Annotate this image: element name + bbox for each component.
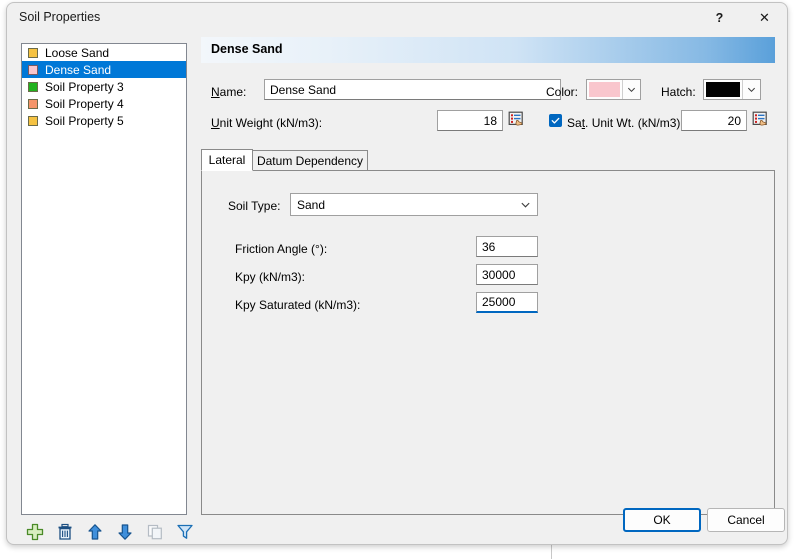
soil-list[interactable]: Loose Sand Dense Sand Soil Property 3 Soil … [21,43,187,515]
name-input[interactable]: Dense Sand [264,79,561,100]
move-down-icon[interactable] [116,522,135,542]
add-icon[interactable] [25,522,44,542]
sat-unit-weight-checkbox[interactable] [549,114,562,127]
list-item[interactable]: Soil Property 4 [22,95,186,112]
help-button[interactable]: ? [697,3,742,33]
soil-properties-dialog: Soil Properties ? ✕ Loose Sand Dense Sand… [6,2,788,545]
color-label: Color: [546,85,579,99]
details-header: Dense Sand [201,37,775,63]
sat-unit-weight-input[interactable]: 20 [681,110,747,131]
chevron-down-icon [742,80,760,99]
list-item-label: Soil Property 5 [45,113,124,128]
lateral-field-label: Friction Angle (°): [235,242,328,256]
soil-color-swatch [28,98,38,109]
hatch-swatch [706,82,740,97]
soil-color-swatch [28,81,38,92]
details-pane: Dense Sand Name: Dense Sand Color: Hatch… [201,37,775,515]
sat-unit-weight-picker-icon[interactable] [751,110,770,129]
list-item[interactable]: Soil Property 3 [22,78,186,95]
duplicate-icon[interactable] [146,522,165,542]
soil-color-swatch [28,47,38,58]
window-controls: ? ✕ [697,3,787,33]
list-toolbar [25,520,195,544]
list-item-label: Dense Sand [45,62,112,77]
tab-label: Datum Dependency [256,153,364,168]
hatch-combo[interactable] [703,79,761,100]
lateral-field-input[interactable]: 36 [476,236,538,257]
tab-panel-lateral [201,170,775,515]
details-header-title: Dense Sand [211,42,283,56]
screen: Soil Properties ? ✕ Loose Sand Dense Sand… [0,0,795,559]
unit-weight-input[interactable]: 18 [437,110,503,131]
soil-type-select[interactable]: Sand [290,193,538,216]
unit-weight-picker-icon[interactable] [507,110,526,129]
tab-strip: Lateral Datum Dependency [201,149,775,171]
title-bar: Soil Properties ? ✕ [7,3,787,33]
list-item[interactable]: Soil Property 5 [22,112,186,129]
chevron-down-icon [622,80,640,99]
delete-icon[interactable] [55,522,74,542]
list-item-label: Soil Property 4 [45,96,124,111]
soil-color-swatch [28,64,38,75]
move-up-icon[interactable] [85,522,104,542]
ok-button[interactable]: OK [623,508,701,532]
color-combo[interactable] [586,79,641,100]
list-item-label: Loose Sand [45,45,110,60]
list-item-label: Soil Property 3 [45,79,124,94]
soil-type-label: Soil Type: [228,199,281,213]
soil-color-swatch [28,115,38,126]
lateral-field-input[interactable]: 25000 [476,292,538,313]
sat-unit-weight-label: Sat. Unit Wt. (kN/m3): [567,116,684,130]
lateral-field-input[interactable]: 30000 [476,264,538,285]
name-label: Name: [211,85,247,99]
lateral-field-label: Kpy Saturated (kN/m3): [235,298,361,312]
soil-type-value: Sand [297,197,326,212]
unit-weight-label: Unit Weight (kN/m3): [211,116,323,130]
close-button[interactable]: ✕ [742,3,787,33]
list-item[interactable]: Loose Sand [22,44,186,61]
hatch-label: Hatch: [661,85,696,99]
color-swatch [589,82,620,97]
chevron-down-icon [513,199,537,210]
filter-icon[interactable] [176,522,195,542]
cancel-button[interactable]: Cancel [707,508,785,532]
tab-lateral[interactable]: Lateral [201,149,253,171]
lateral-field-label: Kpy (kN/m3): [235,270,306,284]
tab-datum-dependency[interactable]: Datum Dependency [252,150,368,171]
list-item[interactable]: Dense Sand [22,61,186,78]
tab-label: Lateral [208,153,246,167]
window-title: Soil Properties [19,10,101,24]
